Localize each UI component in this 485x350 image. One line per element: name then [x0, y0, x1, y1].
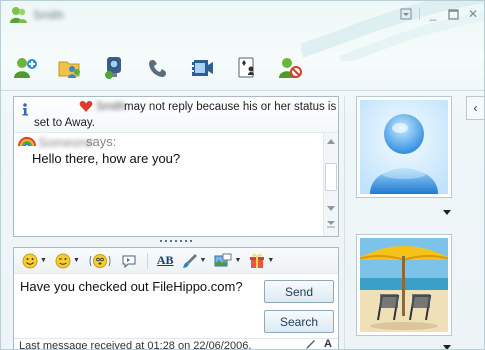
- font-button[interactable]: AB: [155, 250, 176, 272]
- messenger-buddy-icon: [9, 6, 29, 24]
- nudge-icon: [89, 253, 111, 268]
- window-controls: _ ✕: [399, 7, 480, 21]
- notice-text-line1: may not reply because his or her status …: [124, 101, 337, 113]
- scroll-down-icon[interactable]: [326, 205, 336, 213]
- chevron-down-icon: ▼: [267, 257, 275, 264]
- notice-contact-name: Smith: [96, 101, 126, 113]
- activities-button[interactable]: [187, 53, 217, 83]
- minimize-button[interactable]: _: [426, 7, 440, 21]
- conversation-history: Smith may not reply because his or her s…: [13, 96, 339, 237]
- message-input-pane: ▼ ▼ AB ▼ ▼ ▼ Have you checked out FileHi…: [13, 247, 339, 350]
- chevron-down-icon: ▼: [199, 257, 207, 264]
- games-icon: [238, 57, 254, 78]
- contact-display-picture[interactable]: [356, 96, 452, 198]
- add-contact-icon: [14, 58, 37, 78]
- send-files-button[interactable]: [55, 53, 85, 83]
- invite-contact-button[interactable]: [11, 53, 41, 83]
- status-bar: Last message received at 01:28 on 22/06/…: [14, 338, 338, 350]
- window-title: Smith: [33, 8, 64, 22]
- splitter-grip[interactable]: [158, 239, 198, 243]
- block-contact-icon: [279, 58, 302, 78]
- phone-icon: [149, 60, 166, 77]
- notice-text-line2: set to Away.: [34, 117, 95, 129]
- chevron-down-icon: ▼: [40, 257, 47, 264]
- info-icon: [22, 103, 28, 116]
- message-text: Hello there, how are you?: [32, 151, 181, 166]
- message-input[interactable]: Have you checked out FileHippo.com?: [20, 279, 243, 294]
- wink-button[interactable]: ▼: [53, 250, 82, 272]
- games-button[interactable]: [231, 53, 261, 83]
- message-says-label: says:: [86, 134, 117, 149]
- main-toolbar: [11, 53, 305, 83]
- font-size-button[interactable]: A: [324, 338, 332, 349]
- webcam-icon: [105, 57, 121, 79]
- picture-share-icon: [214, 253, 232, 266]
- contact-picture-menu-icon[interactable]: [443, 210, 451, 215]
- chevron-down-icon: ▼: [72, 257, 80, 264]
- close-button[interactable]: ✕: [466, 7, 480, 21]
- message-list: Someone says: Hello there, how are you?: [14, 133, 324, 236]
- handwriting-icon[interactable]: [304, 339, 316, 350]
- search-button[interactable]: Search: [264, 310, 334, 333]
- own-picture-menu-icon[interactable]: [443, 345, 451, 350]
- scroll-end-icon[interactable]: [326, 220, 336, 228]
- paintbrush-icon: [182, 253, 197, 268]
- voice-call-button[interactable]: [143, 53, 173, 83]
- film-icon: [192, 60, 213, 76]
- chevron-down-icon: ▼: [234, 257, 242, 264]
- wink-icon: [55, 253, 71, 268]
- send-files-format-button[interactable]: ▼: [212, 250, 243, 272]
- control-separator: [419, 8, 420, 20]
- font-icon: AB: [156, 253, 174, 267]
- smiley-icon: [22, 253, 38, 268]
- voice-clip-icon: [122, 255, 136, 268]
- status-notice: Smith may not reply because his or her s…: [14, 97, 338, 133]
- collapse-pictures-button[interactable]: ‹: [466, 96, 484, 120]
- block-button[interactable]: [275, 53, 305, 83]
- scroll-up-icon[interactable]: [326, 137, 336, 145]
- window-menu-icon[interactable]: [399, 7, 413, 21]
- formatting-toolbar: ▼ ▼ AB ▼ ▼ ▼: [14, 248, 338, 274]
- maximize-button[interactable]: [446, 7, 460, 21]
- title-bar[interactable]: Smith _ ✕: [1, 1, 484, 61]
- gift-button[interactable]: ▼: [247, 250, 276, 272]
- voice-clip-button[interactable]: [118, 250, 140, 272]
- last-message-status: Last message received at 01:28 on 22/06/…: [19, 340, 252, 350]
- background-button[interactable]: ▼: [180, 250, 209, 272]
- toolbar-separator: [146, 252, 148, 269]
- scroll-thumb[interactable]: [325, 163, 337, 191]
- nudge-button[interactable]: [86, 250, 114, 272]
- folder-share-icon: [58, 61, 80, 78]
- heart-icon: [79, 100, 93, 112]
- send-button[interactable]: Send: [264, 280, 334, 303]
- gift-icon: [250, 253, 265, 268]
- video-call-button[interactable]: [99, 53, 129, 83]
- contact-avatar: [360, 100, 448, 194]
- emoticon-button[interactable]: ▼: [20, 250, 49, 272]
- own-avatar-beach: [360, 238, 448, 332]
- history-scrollbar[interactable]: [323, 133, 338, 236]
- conversation-window: Smith _ ✕ Smith may not reply because hi…: [0, 0, 485, 350]
- own-display-picture[interactable]: [356, 234, 452, 336]
- toolbar-divider: [1, 90, 484, 91]
- pane-divider: [344, 96, 345, 349]
- rainbow-emoticon-icon: [18, 137, 36, 147]
